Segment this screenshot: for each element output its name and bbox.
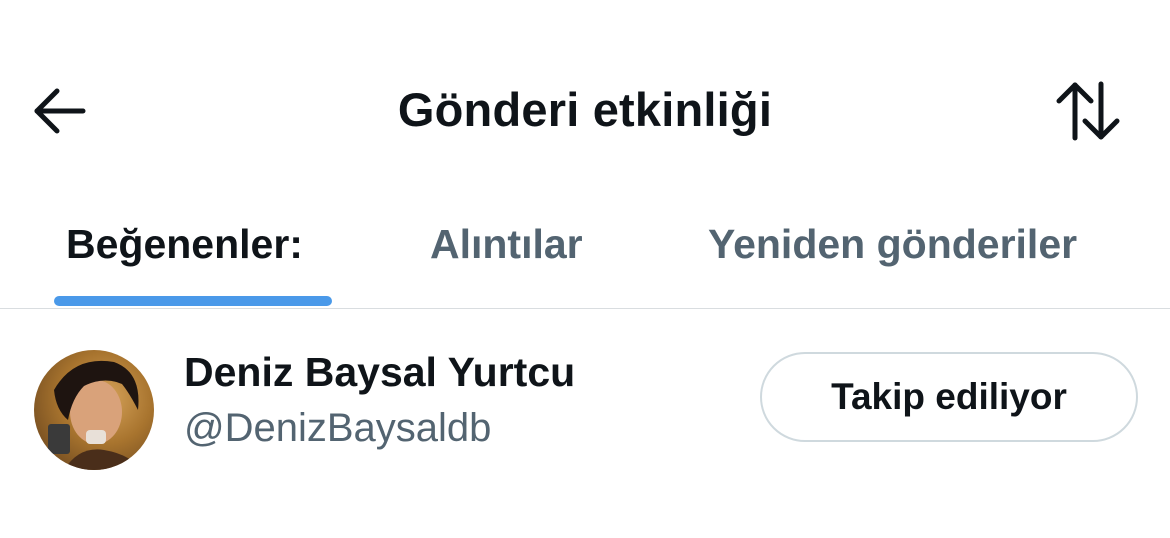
- user-display-name[interactable]: Deniz Baysal Yurtcu: [184, 346, 575, 398]
- avatar[interactable]: [34, 350, 154, 470]
- page-title: Gönderi etkinliği: [397, 83, 773, 136]
- tab-likes[interactable]: Beğenenler:: [66, 216, 303, 272]
- top-bar: Gönderi etkinliği: [0, 0, 1170, 180]
- tab-reposts[interactable]: Yeniden gönderiler: [708, 216, 1077, 272]
- user-handle: @DenizBaysaldb: [184, 406, 492, 450]
- list-item[interactable]: Deniz Baysal Yurtcu @DenizBaysaldb Takip…: [0, 310, 1170, 490]
- following-button[interactable]: Takip ediliyor: [760, 352, 1138, 442]
- sort-arrows-icon: [1056, 81, 1120, 141]
- sort-button[interactable]: [1048, 76, 1128, 146]
- tab-quotes[interactable]: Alıntılar: [430, 216, 583, 272]
- active-tab-indicator: [54, 296, 332, 306]
- avatar-photo: [48, 360, 142, 470]
- tab-bar: Beğenenler: Alıntılar Yeniden gönderiler: [0, 200, 1170, 309]
